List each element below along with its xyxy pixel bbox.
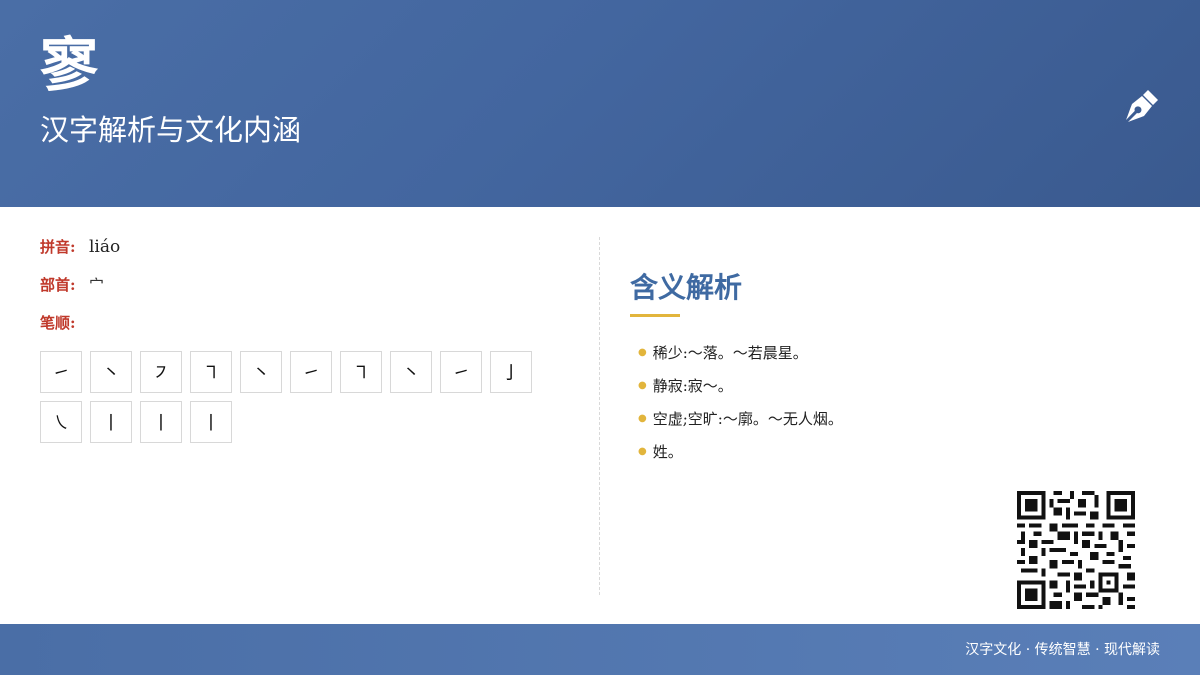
- list-item: ● 静寂:寂～。: [638, 369, 843, 402]
- pinyin-row: 拼音: liáo: [40, 236, 580, 274]
- stroke-box: ㇀: [290, 351, 332, 393]
- strokes-label: 笔顺:: [40, 314, 76, 332]
- stroke-box: ㇇: [140, 351, 182, 393]
- qr-code-icon: [1017, 491, 1135, 609]
- bullet-dot-icon: ●: [638, 346, 647, 358]
- qr-code-panel: [1001, 478, 1150, 624]
- radical-value: 宀: [89, 276, 105, 294]
- page-subtitle: 汉字解析与文化内涵: [40, 113, 302, 147]
- list-item: ● 姓。: [638, 435, 843, 468]
- footer-bar: 汉字文化 · 传统智慧 · 现代解读: [0, 624, 1200, 675]
- stroke-row-1: ㇀ ㇔ ㇇ ㇕ ㇔ ㇀ ㇕ ㇔ ㇀ 亅: [40, 351, 560, 393]
- column-divider: [599, 237, 600, 595]
- radical-label: 部首:: [40, 276, 76, 294]
- meaning-text: 静寂:寂～。: [652, 376, 733, 395]
- bullet-dot-icon: ●: [638, 445, 647, 457]
- meaning-list: ● 稀少:～落。～若晨星。 ● 静寂:寂～。 ● 空虚;空旷:～廓。～无人烟。 …: [638, 336, 843, 468]
- title-underline: [630, 314, 680, 317]
- stroke-box: 丨: [140, 401, 182, 443]
- stroke-box: ㇕: [190, 351, 232, 393]
- character-info: 拼音: liáo 部首: 宀 笔顺:: [40, 236, 580, 350]
- stroke-box: ㇏: [40, 401, 82, 443]
- stroke-box: ㇔: [90, 351, 132, 393]
- meaning-title: 含义解析: [630, 271, 743, 304]
- list-item: ● 空虚;空旷:～廓。～无人烟。: [638, 402, 843, 435]
- stroke-box: ㇔: [240, 351, 282, 393]
- pinyin-value: liáo: [89, 237, 121, 257]
- meaning-text: 姓。: [652, 442, 683, 461]
- bullet-dot-icon: ●: [638, 379, 647, 391]
- stroke-box: 亅: [490, 351, 532, 393]
- stroke-box: 丨: [90, 401, 132, 443]
- meaning-text: 稀少:～落。～若晨星。: [652, 343, 808, 362]
- meaning-text: 空虚;空旷:～廓。～无人烟。: [652, 409, 843, 428]
- strokes-row: 笔顺:: [40, 312, 580, 350]
- radical-row: 部首: 宀: [40, 274, 580, 312]
- stroke-box: 丨: [190, 401, 232, 443]
- stroke-box: ㇕: [340, 351, 382, 393]
- stroke-box: ㇀: [440, 351, 482, 393]
- stroke-box: ㇀: [40, 351, 82, 393]
- header-banner: 寥 汉字解析与文化内涵: [0, 0, 1200, 207]
- footer-text: 汉字文化 · 传统智慧 · 现代解读: [965, 642, 1160, 658]
- stroke-box: ㇔: [390, 351, 432, 393]
- list-item: ● 稀少:～落。～若晨星。: [638, 336, 843, 369]
- character-title: 寥: [40, 31, 99, 99]
- stroke-row-2: ㇏ 丨 丨 丨: [40, 401, 560, 443]
- pen-nib-icon: [1126, 90, 1158, 122]
- stroke-order-grid: ㇀ ㇔ ㇇ ㇕ ㇔ ㇀ ㇕ ㇔ ㇀ 亅 ㇏ 丨 丨 丨: [40, 351, 560, 451]
- bullet-dot-icon: ●: [638, 412, 647, 424]
- pinyin-label: 拼音:: [40, 238, 76, 256]
